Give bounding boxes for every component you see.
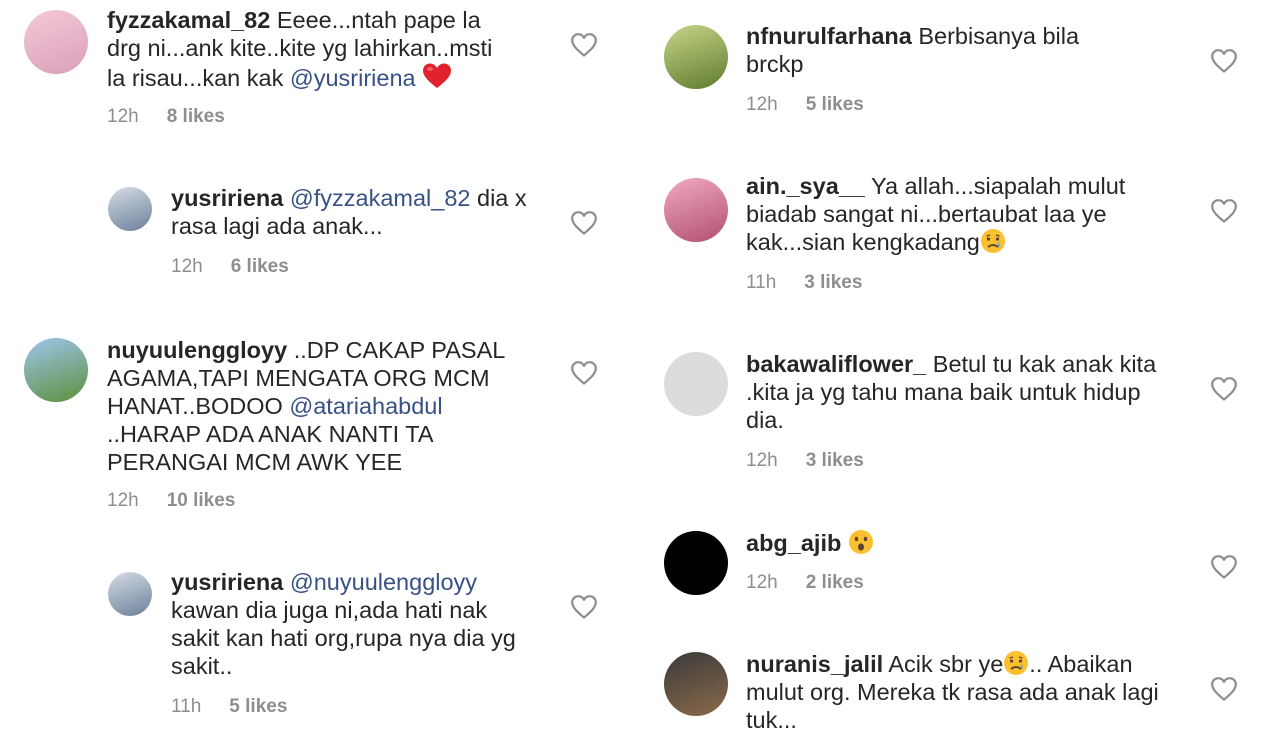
- like-heart-icon[interactable]: [570, 210, 598, 236]
- avatar[interactable]: [108, 187, 152, 231]
- like-heart-icon[interactable]: [1210, 376, 1238, 402]
- comment-meta: 12h 2 likes: [746, 572, 864, 594]
- comment-text: yusririena @fyzzakamal_82 dia x rasa lag…: [171, 184, 531, 240]
- comment-text: fyzzakamal_82 Eeee...ntah pape la drg ni…: [107, 6, 517, 92]
- mention-link[interactable]: @nuyuulenggloyy: [290, 569, 477, 595]
- like-heart-icon[interactable]: [570, 594, 598, 620]
- comment-likes[interactable]: 2 likes: [806, 572, 864, 593]
- comment-body-continued: kawan dia juga ni,ada hati nak sakit kan…: [171, 597, 516, 679]
- mention-link[interactable]: @fyzzakamal_82: [290, 185, 471, 211]
- like-heart-icon[interactable]: [1210, 676, 1238, 702]
- comment-likes[interactable]: 8 likes: [167, 106, 225, 127]
- comment-likes[interactable]: 10 likes: [167, 490, 236, 511]
- like-heart-icon[interactable]: [1210, 554, 1238, 580]
- comment-text: nfnurulfarhana Berbisanya bila brckp: [746, 22, 1126, 78]
- comment-username[interactable]: yusririena: [171, 569, 283, 595]
- comment-username[interactable]: nuranis_jalil: [746, 651, 883, 677]
- red-heart-icon: [422, 63, 452, 91]
- comment-time: 11h: [171, 696, 202, 717]
- comment-text: ain._sya__ Ya allah...siapalah mulut bia…: [746, 172, 1166, 256]
- comment-body: Acik sbr ye: [883, 651, 1004, 677]
- comment-likes[interactable]: 5 likes: [806, 94, 864, 115]
- comment-username[interactable]: nfnurulfarhana: [746, 23, 912, 49]
- comment-time: 12h: [746, 94, 778, 115]
- comment-text: nuranis_jalil Acik sbr ye.. Abaikan mulu…: [746, 650, 1176, 734]
- comment-meta: 12h 3 likes: [746, 450, 864, 472]
- avatar[interactable]: [664, 25, 728, 89]
- avatar[interactable]: [664, 652, 728, 716]
- comment-time: 12h: [107, 106, 139, 127]
- like-heart-icon[interactable]: [570, 360, 598, 386]
- comment-body-continued: ..HARAP ADA ANAK NANTI TA PERANGAI MCM A…: [107, 421, 433, 475]
- comment-likes[interactable]: 3 likes: [804, 272, 862, 293]
- comment-text: yusririena @nuyuulenggloyy kawan dia jug…: [171, 568, 531, 680]
- like-heart-icon[interactable]: [570, 32, 598, 58]
- comment-likes[interactable]: 6 likes: [231, 256, 289, 277]
- comment-username[interactable]: abg_ajib: [746, 530, 841, 556]
- comment-username[interactable]: nuyuulenggloyy: [107, 337, 287, 363]
- avatar[interactable]: [664, 178, 728, 242]
- avatar[interactable]: [108, 572, 152, 616]
- comment-meta: 11h 5 likes: [171, 696, 287, 718]
- comment-text: bakawaliflower_ Betul tu kak anak kita .…: [746, 350, 1166, 434]
- comment-username[interactable]: yusririena: [171, 185, 283, 211]
- like-heart-icon[interactable]: [1210, 48, 1238, 74]
- comment-username[interactable]: fyzzakamal_82: [107, 7, 270, 33]
- comment-time: 12h: [107, 490, 139, 511]
- avatar[interactable]: [24, 338, 88, 402]
- comment-time: 11h: [746, 272, 777, 293]
- comment-meta: 11h 3 likes: [746, 272, 862, 294]
- comment-meta: 12h 8 likes: [107, 106, 225, 128]
- comment-likes[interactable]: 5 likes: [229, 696, 287, 717]
- mention-link[interactable]: @atariahabdul: [289, 393, 442, 419]
- avatar[interactable]: [664, 531, 728, 595]
- like-heart-icon[interactable]: [1210, 198, 1238, 224]
- comment-username[interactable]: ain._sya__: [746, 173, 865, 199]
- mention-link[interactable]: @yusririena: [290, 65, 416, 91]
- crying-face-icon: [1003, 651, 1029, 677]
- comment-text: nuyuulenggloyy ..DP CAKAP PASAL AGAMA,TA…: [107, 336, 527, 476]
- surprised-face-icon: [848, 530, 874, 556]
- comment-meta: 12h 6 likes: [171, 256, 289, 278]
- comment-meta: 12h 5 likes: [746, 94, 864, 116]
- avatar[interactable]: [664, 352, 728, 416]
- comment-meta: 12h 10 likes: [107, 490, 235, 512]
- comment-time: 12h: [746, 572, 778, 593]
- avatar[interactable]: [24, 10, 88, 74]
- comment-username[interactable]: bakawaliflower_: [746, 351, 926, 377]
- comment-text: abg_ajib: [746, 529, 1166, 557]
- comment-likes[interactable]: 3 likes: [806, 450, 864, 471]
- comment-time: 12h: [746, 450, 778, 471]
- crying-face-icon: [980, 229, 1006, 255]
- comment-time: 12h: [171, 256, 203, 277]
